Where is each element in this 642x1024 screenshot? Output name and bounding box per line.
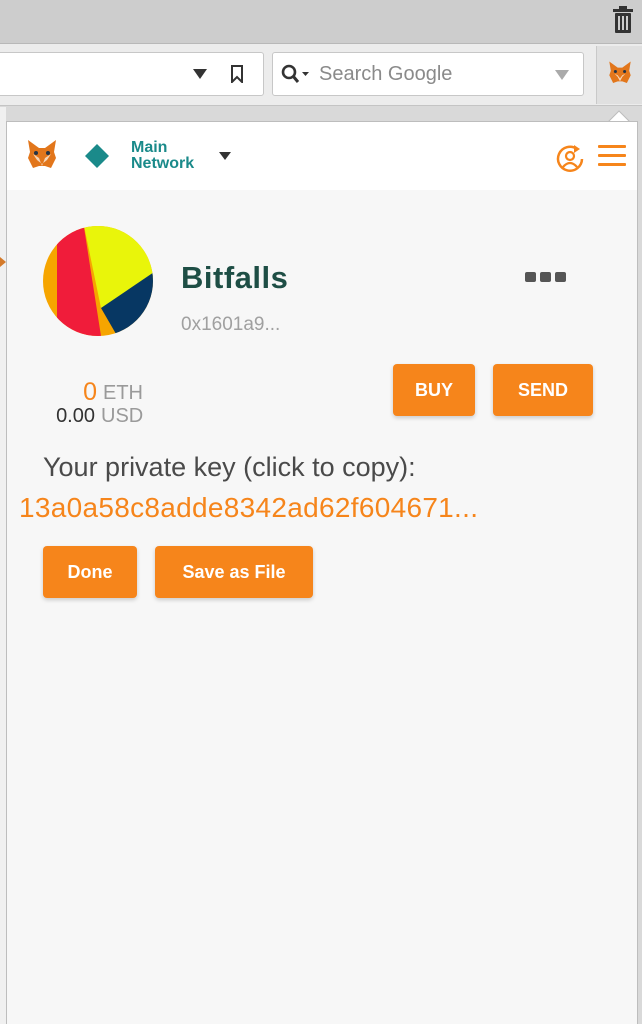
network-label-line1: Main (131, 139, 168, 156)
metamask-popup: Main Network Bitfalls 0x1601a9... 0 ETH (6, 121, 638, 1024)
chevron-down-icon[interactable] (219, 152, 231, 160)
network-diamond-icon (85, 144, 109, 168)
account-identicon (43, 226, 153, 336)
eth-balance-unit: ETH (103, 382, 143, 404)
dot (525, 272, 536, 282)
account-sync-icon[interactable] (553, 142, 587, 176)
account-address[interactable]: 0x1601a9... (181, 314, 280, 336)
browser-title-bar (0, 0, 642, 44)
usd-balance-unit: USD (101, 405, 144, 427)
trash-icon[interactable] (612, 6, 634, 34)
browser-toolbar: Search Google (0, 44, 642, 106)
more-options-icon[interactable] (525, 272, 567, 282)
network-label-line2: Network (131, 155, 195, 172)
buy-button[interactable]: BUY (393, 364, 475, 416)
network-label: Main Network (131, 140, 194, 172)
search-bar[interactable]: Search Google (272, 52, 584, 96)
bookmark-icon[interactable] (231, 65, 243, 83)
chevron-down-icon[interactable] (193, 69, 207, 79)
eth-balance-value: 0 (83, 378, 97, 406)
hamburger-menu-icon[interactable] (597, 144, 627, 168)
metamask-logo-icon[interactable] (25, 138, 59, 172)
save-as-file-button[interactable]: Save as File (155, 546, 313, 598)
usd-balance-value: 0.00 (56, 405, 95, 427)
private-key-value[interactable]: 13a0a58c8adde8342ad62f604671... (19, 492, 478, 524)
metamask-extension-button[interactable] (596, 46, 642, 104)
dot (540, 272, 551, 282)
done-button[interactable]: Done (43, 546, 137, 598)
metamask-fox-icon (609, 61, 631, 83)
private-key-label: Your private key (click to copy): (43, 452, 416, 482)
send-button[interactable]: SEND (493, 364, 593, 416)
dot (555, 272, 566, 282)
account-name: Bitfalls (181, 260, 289, 295)
search-icon[interactable] (281, 64, 311, 86)
search-placeholder: Search Google (319, 63, 453, 85)
url-bar[interactable] (0, 52, 264, 96)
chevron-down-icon[interactable] (555, 70, 569, 80)
app-header: Main Network (7, 122, 637, 190)
